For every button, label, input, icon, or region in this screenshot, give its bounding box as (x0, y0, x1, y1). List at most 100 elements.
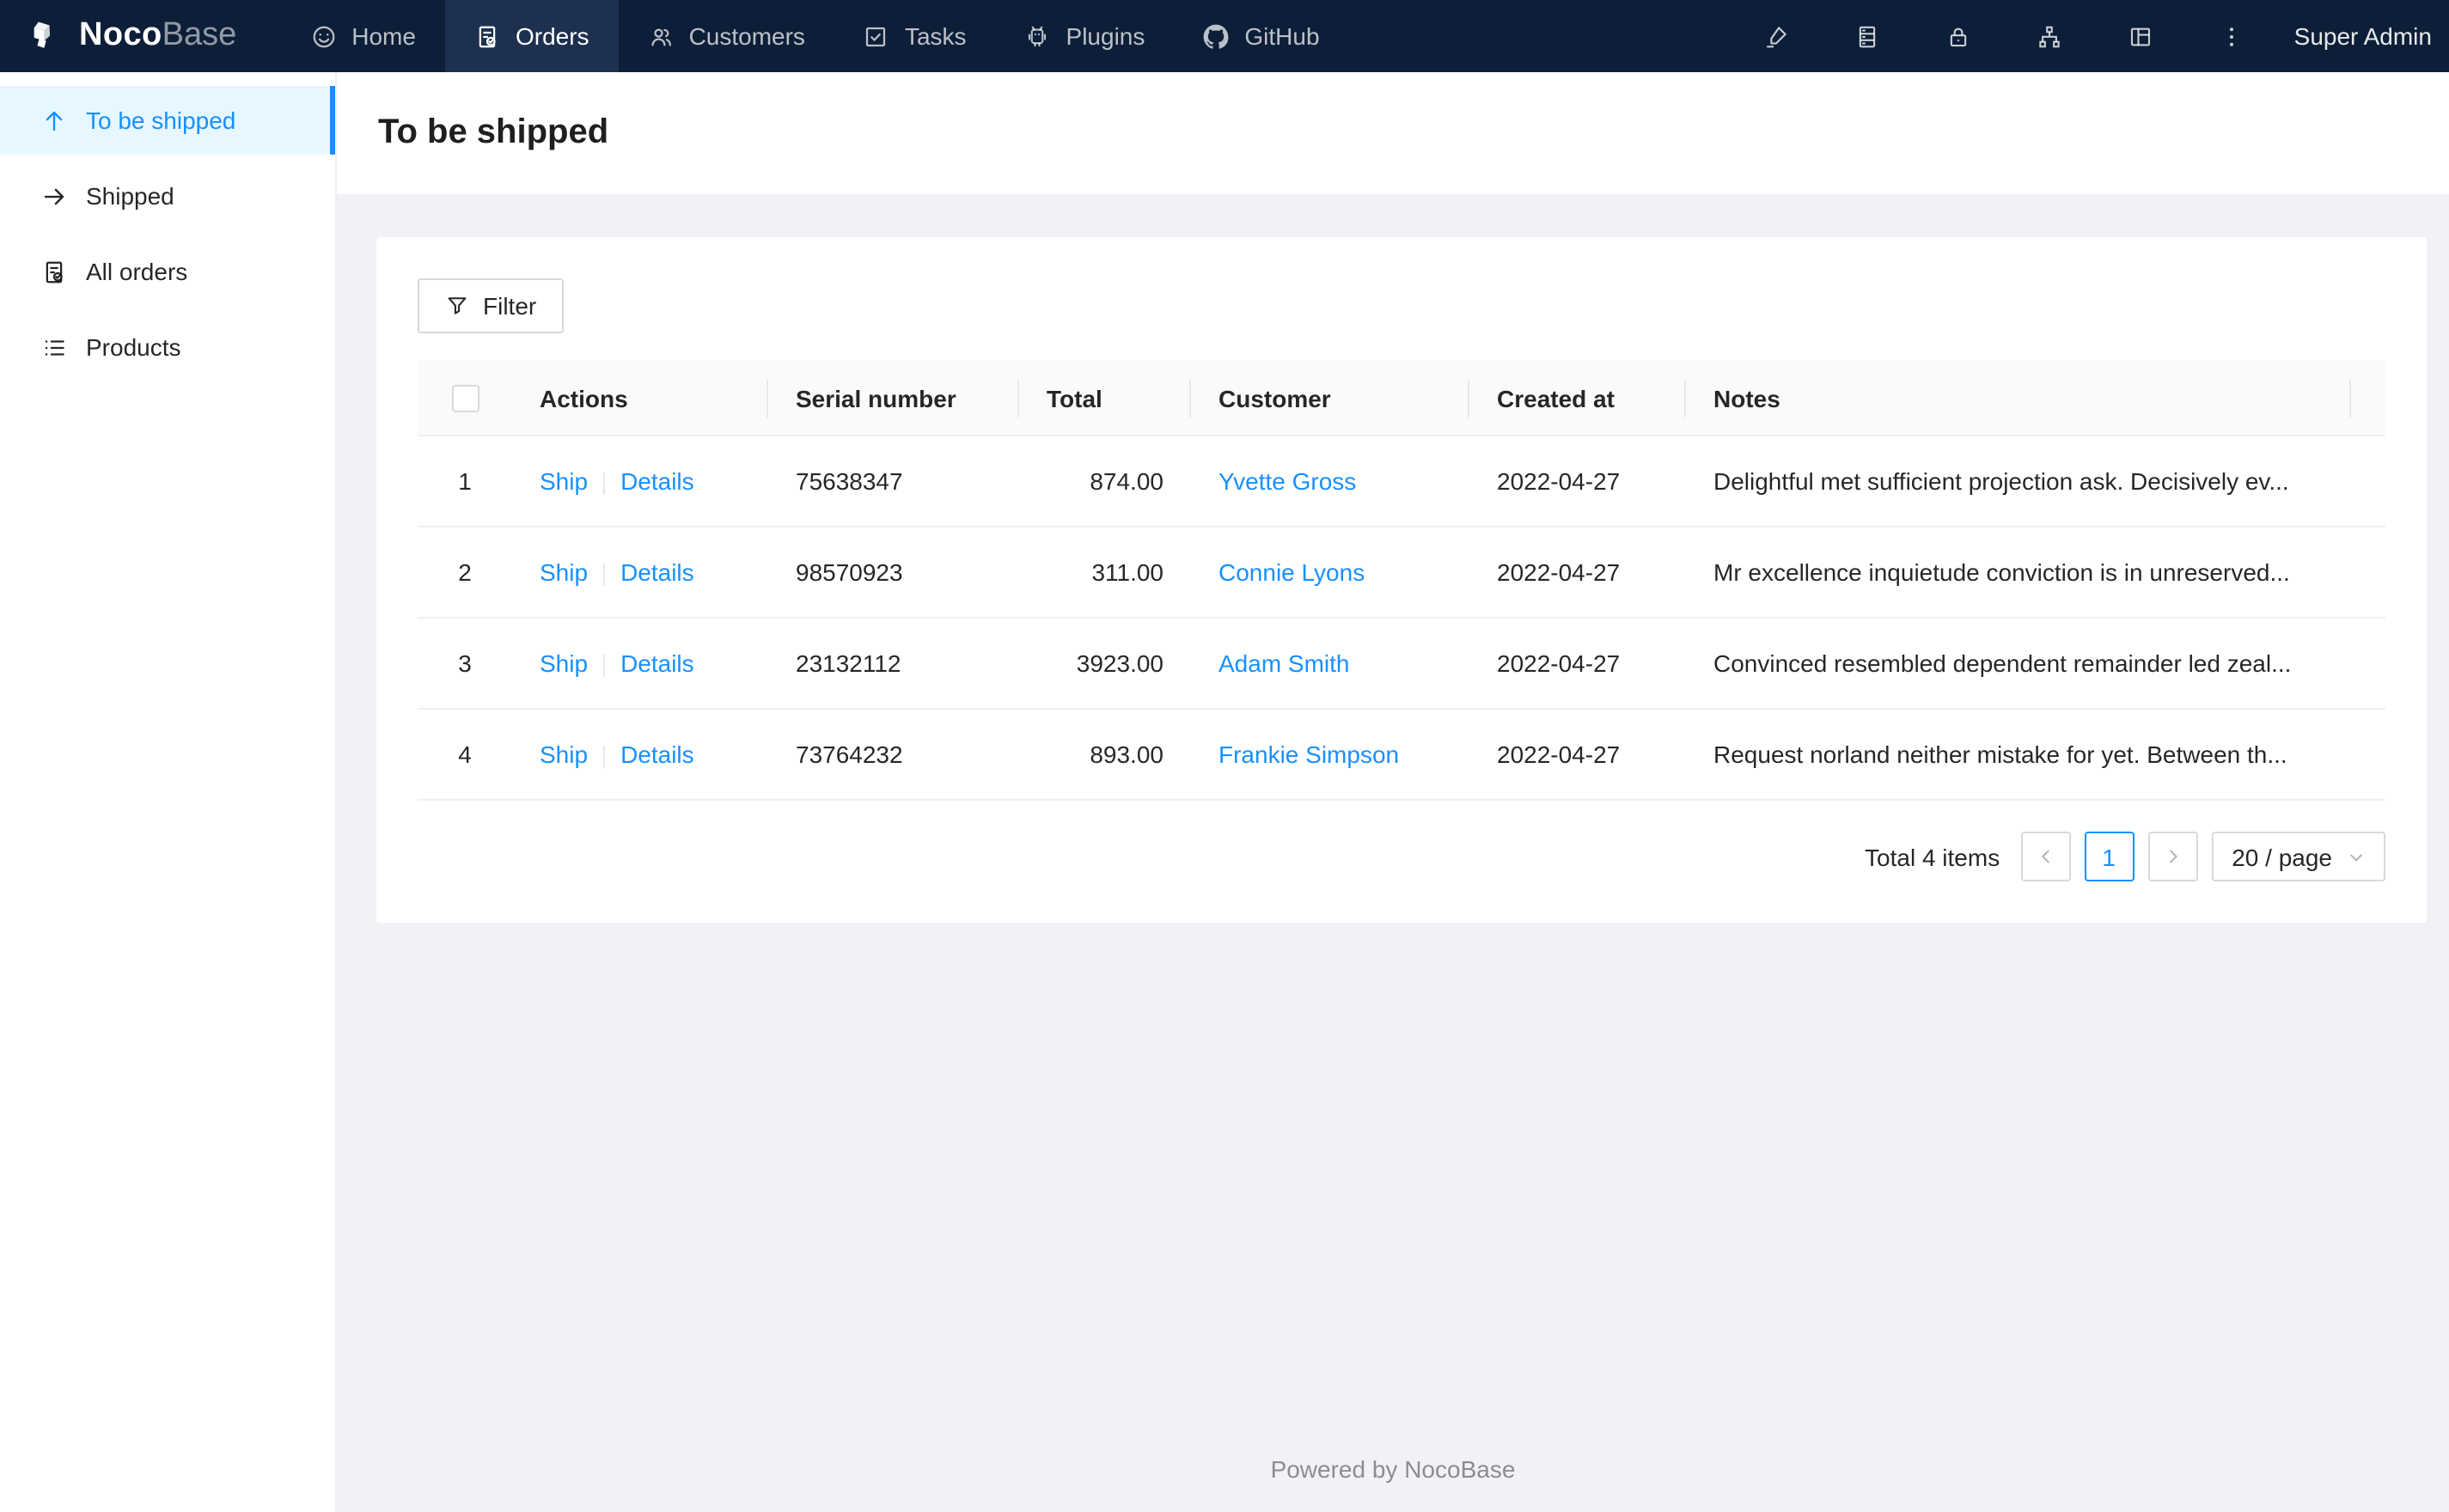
more-icon[interactable] (2186, 0, 2277, 72)
check-square-icon (864, 23, 889, 49)
nav-item-label: Orders (515, 22, 589, 50)
column-header-customer: Customer (1191, 361, 1469, 437)
action-divider (603, 655, 606, 678)
ship-link[interactable]: Ship (540, 559, 588, 587)
details-link[interactable]: Details (620, 650, 694, 678)
app-root: NocoBase Home Orders Customers Tasks Plu… (0, 0, 2449, 1512)
ship-link[interactable]: Ship (540, 741, 588, 769)
notes-cell: Delightful met sufficient projection ask… (1686, 436, 2351, 528)
orders-card: Filter Actions Serial number Total Custo… (376, 237, 2427, 924)
layout-icon[interactable] (2095, 0, 2186, 72)
sidebar-item-label: Products (86, 333, 181, 361)
nav-item-tasks[interactable]: Tasks (834, 0, 996, 72)
table-row: 3 Ship Details 23132112 3923.00 Adam Smit… (418, 618, 2385, 710)
row-index: 1 (418, 436, 512, 528)
action-divider (603, 746, 606, 769)
arrow-up-icon (41, 107, 67, 133)
orders-table: Actions Serial number Total Customer Cre… (418, 361, 2385, 802)
column-header-total: Total (1019, 361, 1191, 437)
pagination-total: Total 4 items (1865, 843, 2000, 871)
created-at-cell: 2022-04-27 (1469, 436, 1686, 528)
user-menu[interactable]: Super Admin (2294, 22, 2439, 50)
total-cell: 3923.00 (1019, 618, 1191, 710)
page-title: To be shipped (378, 113, 609, 151)
column-header-serial: Serial number (768, 361, 1019, 437)
nav-item-github[interactable]: GitHub (1174, 0, 1348, 72)
serial-number-cell: 73764232 (768, 709, 1019, 802)
customer-link[interactable]: Frankie Simpson (1218, 741, 1399, 769)
team-icon (648, 23, 674, 49)
nav-item-label: Tasks (904, 22, 967, 50)
row-index: 3 (418, 618, 512, 710)
action-divider (603, 564, 606, 587)
select-all-checkbox[interactable] (451, 385, 479, 413)
nav-item-plugins[interactable]: Plugins (996, 0, 1175, 72)
total-cell: 893.00 (1019, 709, 1191, 802)
sidebar-item-products[interactable]: Products (0, 313, 335, 381)
robot-icon (1025, 23, 1051, 49)
smile-icon (310, 23, 336, 49)
ship-link[interactable]: Ship (540, 468, 588, 496)
pagination-next-button[interactable] (2147, 832, 2198, 882)
navbar-right-tools: Super Admin (1731, 0, 2439, 72)
serial-number-cell: 75638347 (768, 436, 1019, 528)
ship-link[interactable]: Ship (540, 650, 588, 678)
pagination: Total 4 items 1 20 / page (418, 832, 2385, 882)
page-header: To be shipped (337, 72, 2449, 194)
sidebar-item-to-be-shipped[interactable]: To be shipped (0, 86, 335, 155)
table-row: 1 Ship Details 75638347 874.00 Yvette Gro… (418, 436, 2385, 528)
nocobase-logo[interactable]: NocoBase (27, 0, 236, 72)
serial-number-cell: 98570923 (768, 527, 1019, 619)
page-size-value: 20 / page (2232, 843, 2332, 871)
pagination-page-1[interactable]: 1 (2084, 832, 2134, 882)
created-at-cell: 2022-04-27 (1469, 618, 1686, 710)
column-header-spacer (2351, 361, 2385, 437)
list-icon (41, 334, 67, 360)
row-actions: Ship Details (512, 527, 768, 619)
row-actions: Ship Details (512, 709, 768, 802)
column-header-actions: Actions (512, 361, 768, 437)
lock-icon[interactable] (1913, 0, 2004, 72)
customer-link[interactable]: Connie Lyons (1218, 559, 1365, 587)
nav-item-orders[interactable]: Orders (444, 0, 619, 72)
action-divider (603, 472, 606, 496)
customer-link[interactable]: Adam Smith (1218, 650, 1350, 678)
row-actions: Ship Details (512, 436, 768, 528)
page-size-select[interactable]: 20 / page (2211, 832, 2385, 882)
top-navbar: NocoBase Home Orders Customers Tasks Plu… (0, 0, 2449, 72)
notes-cell: Convinced resembled dependent remainder … (1686, 618, 2351, 710)
row-actions: Ship Details (512, 618, 768, 710)
sidebar: To be shipped Shipped All orders Product… (0, 72, 337, 1512)
nav-item-label: GitHub (1244, 22, 1320, 50)
created-at-cell: 2022-04-27 (1469, 527, 1686, 619)
table-row: 4 Ship Details 73764232 893.00 Frankie Si… (418, 709, 2385, 802)
sitemap-icon[interactable] (2004, 0, 2095, 72)
filter-button-label: Filter (483, 292, 537, 320)
column-header-created-at: Created at (1469, 361, 1686, 437)
sidebar-item-all-orders[interactable]: All orders (0, 237, 335, 306)
details-link[interactable]: Details (620, 741, 694, 769)
arrow-right-icon (41, 183, 67, 209)
nav-item-label: Customers (688, 22, 805, 50)
main-nav-menu: Home Orders Customers Tasks Plugins GitH… (281, 0, 1348, 72)
filter-button[interactable]: Filter (418, 278, 565, 333)
database-icon[interactable] (1822, 0, 1913, 72)
page-content: Filter Actions Serial number Total Custo… (337, 194, 2449, 1512)
customer-link[interactable]: Yvette Gross (1218, 468, 1356, 496)
sidebar-item-label: To be shipped (86, 107, 236, 134)
sidebar-item-shipped[interactable]: Shipped (0, 162, 335, 230)
details-link[interactable]: Details (620, 559, 694, 587)
details-link[interactable]: Details (620, 468, 694, 496)
total-cell: 311.00 (1019, 527, 1191, 619)
total-cell: 874.00 (1019, 436, 1191, 528)
file-done-icon (41, 259, 67, 284)
table-header-row: Actions Serial number Total Customer Cre… (418, 361, 2385, 437)
nav-item-home[interactable]: Home (281, 0, 445, 72)
highlighter-icon[interactable] (1731, 0, 1822, 72)
nav-item-customers[interactable]: Customers (619, 0, 834, 72)
column-header-notes: Notes (1686, 361, 2351, 437)
nav-item-label: Home (351, 22, 416, 50)
nocobase-logo-icon (27, 17, 65, 55)
pagination-prev-button[interactable] (2020, 832, 2071, 882)
notes-cell: Mr excellence inquietude conviction is i… (1686, 527, 2351, 619)
